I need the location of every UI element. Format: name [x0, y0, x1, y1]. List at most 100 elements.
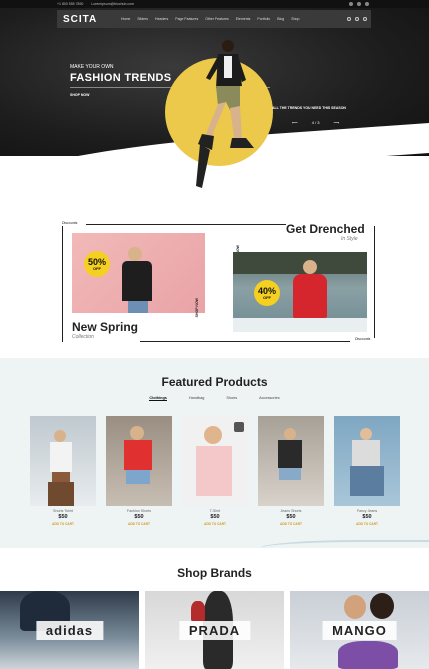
- hero-title: FASHION TRENDS: [70, 72, 172, 84]
- promo-rule-right: [374, 226, 375, 338]
- product-card[interactable]: Fancy Jeans $50 ADD TO CART: [334, 416, 400, 526]
- nav-menu: Home Sliders Headers Page Features Other…: [121, 17, 299, 21]
- tab-shoes[interactable]: Shoes: [226, 396, 237, 401]
- promo-left-title: New Spring: [72, 320, 139, 334]
- brand-card-prada[interactable]: PRADA: [145, 591, 284, 669]
- nav-item-blog[interactable]: Blog: [277, 17, 284, 21]
- model-shorts: [126, 470, 150, 484]
- instagram-icon[interactable]: [365, 2, 369, 6]
- arrow-left-icon[interactable]: ⟵: [292, 120, 298, 125]
- product-name[interactable]: Shorts Tshirt: [30, 509, 96, 513]
- discounts-label-top: Discounts: [62, 221, 78, 225]
- product-card[interactable]: Fashion Shorts $50 ADD TO CART: [106, 416, 172, 526]
- product-card[interactable]: Jeans Shorts $50 ADD TO CART: [258, 416, 324, 526]
- add-to-cart-button[interactable]: ADD TO CART: [258, 522, 324, 526]
- brand-name: PRADA: [178, 621, 251, 640]
- product-card[interactable]: T-Shirt $50 ADD TO CART: [182, 416, 248, 526]
- tab-clothings[interactable]: Clothings: [149, 396, 167, 401]
- product-name[interactable]: Fancy Jeans: [334, 509, 400, 513]
- search-icon[interactable]: [347, 17, 351, 21]
- nav-item-page-features[interactable]: Page Features: [175, 17, 198, 21]
- quick-view-icon[interactable]: [234, 422, 244, 432]
- brand-image-face: [370, 593, 394, 619]
- badge-sub: OFF: [93, 265, 101, 271]
- cart-icon[interactable]: [363, 17, 367, 21]
- model-head: [360, 428, 372, 440]
- product-price: $50: [362, 514, 372, 520]
- model-head: [128, 247, 142, 261]
- hero-tagline: ALL THE TRENDS YOU NEED THIS SEASON: [272, 106, 346, 110]
- hero-shop-now-link[interactable]: SHOP NOW: [70, 93, 89, 97]
- user-icon[interactable]: [355, 17, 359, 21]
- model-head: [284, 428, 296, 440]
- featured-tabs: Clothings Handbag Shoes Accessories: [0, 396, 429, 401]
- model-jeans: [128, 301, 148, 313]
- promo-left-badge: 50% OFF: [84, 251, 110, 277]
- brands-title: Shop Brands: [177, 566, 252, 580]
- phone-text[interactable]: +1 800 555 7890: [57, 2, 83, 6]
- promo-left-subtitle: Collection: [72, 334, 94, 340]
- tab-handbag[interactable]: Handbag: [189, 396, 204, 401]
- email-text[interactable]: Loremipsum@blochub.com: [91, 2, 134, 6]
- model-top: [50, 442, 72, 472]
- hero-model-image: [196, 40, 254, 188]
- promo-right-subtitle: In Style: [341, 236, 358, 242]
- arrow-right-icon[interactable]: ⟶: [334, 120, 340, 125]
- model-shorts: [52, 472, 70, 482]
- product-card[interactable]: Shorts Tshirt $50 ADD TO CART: [30, 416, 96, 526]
- brand-card-adidas[interactable]: adidas: [0, 591, 139, 669]
- featured-title: Featured Products: [161, 375, 268, 389]
- promo-rule-left: [62, 226, 63, 342]
- promo-right-title: Get Drenched: [286, 222, 365, 236]
- nav-item-sliders[interactable]: Sliders: [137, 17, 148, 21]
- nav-item-portfolio[interactable]: Portfolio: [257, 17, 270, 21]
- model-head: [303, 260, 317, 274]
- brand-name: MANGO: [322, 621, 397, 640]
- brand-image-face: [344, 595, 366, 619]
- product-price: $50: [134, 514, 144, 520]
- add-to-cart-button[interactable]: ADD TO CART: [182, 522, 248, 526]
- model-jacket: [293, 274, 327, 318]
- model-top: [352, 440, 380, 466]
- section-wave: [260, 540, 429, 554]
- model-head: [54, 430, 66, 442]
- facebook-icon[interactable]: [349, 2, 353, 6]
- product-image[interactable]: [30, 416, 96, 506]
- hero-subtitle: MAKE YOUR OWN: [70, 64, 114, 70]
- promo-rule-bottom: [140, 341, 350, 342]
- model-tshirt: [122, 261, 152, 301]
- product-name[interactable]: T-Shirt: [182, 509, 248, 513]
- trees: [233, 252, 367, 274]
- model-top: [124, 440, 152, 470]
- add-to-cart-button[interactable]: ADD TO CART: [106, 522, 172, 526]
- product-image[interactable]: [182, 416, 248, 506]
- discounts-label-bottom: Discounts: [355, 337, 371, 341]
- add-to-cart-button[interactable]: ADD TO CART: [30, 522, 96, 526]
- boat: [233, 318, 367, 332]
- site-logo[interactable]: SCITA: [63, 14, 121, 25]
- product-image[interactable]: [106, 416, 172, 506]
- nav-item-shop[interactable]: Shop: [291, 17, 299, 21]
- model-boots: [48, 482, 74, 506]
- nav-icons: [347, 17, 367, 21]
- product-name[interactable]: Jeans Shorts: [258, 509, 324, 513]
- model-tshirt: [196, 446, 232, 496]
- product-name[interactable]: Fashion Shorts: [106, 509, 172, 513]
- tab-accessories[interactable]: Accessories: [259, 396, 279, 401]
- nav-item-elements[interactable]: Elements: [236, 17, 251, 21]
- promo-left-shop-now[interactable]: SHOP NOW: [195, 298, 199, 317]
- promo-rule-top: [86, 224, 286, 225]
- brand-card-mango[interactable]: MANGO: [290, 591, 429, 669]
- product-price: $50: [210, 514, 220, 520]
- nav-item-other-features[interactable]: Other Features: [205, 17, 229, 21]
- main-nav: SCITA Home Sliders Headers Page Features…: [57, 10, 371, 28]
- brand-image-outfit: [338, 641, 398, 669]
- nav-item-home[interactable]: Home: [121, 17, 130, 21]
- nav-item-headers[interactable]: Headers: [155, 17, 168, 21]
- product-image[interactable]: [258, 416, 324, 506]
- twitter-icon[interactable]: [357, 2, 361, 6]
- model-top: [278, 440, 302, 468]
- add-to-cart-button[interactable]: ADD TO CART: [334, 522, 400, 526]
- badge-sub: OFF: [263, 294, 271, 300]
- product-image[interactable]: [334, 416, 400, 506]
